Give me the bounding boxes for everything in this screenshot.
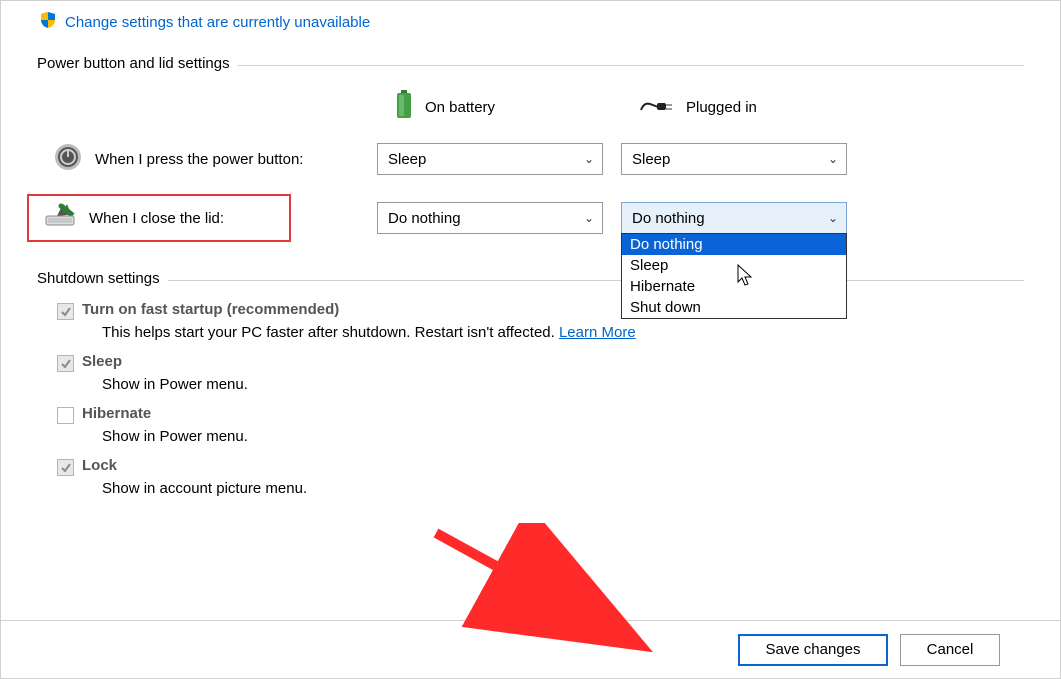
cancel-button[interactable]: Cancel xyxy=(900,634,1000,666)
close-lid-label-highlight: When I close the lid: xyxy=(27,194,291,242)
select-value: Do nothing xyxy=(632,210,705,227)
section-legend: Power button and lid settings xyxy=(37,55,238,72)
change-unavailable-settings-link[interactable]: Change settings that are currently unava… xyxy=(65,14,370,31)
checkbox-description: Show in account picture menu. xyxy=(57,480,1024,497)
checkbox-label: Hibernate xyxy=(82,405,151,422)
select-value: Do nothing xyxy=(388,210,461,227)
checkbox-label: Lock xyxy=(82,457,117,474)
section-power-button-lid: Power button and lid settings On battery xyxy=(37,55,1024,242)
checkbox-description: This helps start your PC faster after sh… xyxy=(57,324,1024,341)
select-value: Sleep xyxy=(632,151,670,168)
chevron-down-icon: ⌄ xyxy=(584,152,594,166)
shield-icon xyxy=(39,11,57,33)
close-lid-on-battery-select[interactable]: Do nothing ⌄ xyxy=(377,202,603,234)
select-value: Sleep xyxy=(388,151,426,168)
button-bar: Save changes Cancel xyxy=(1,620,1060,678)
checkbox-label: Sleep xyxy=(82,353,122,370)
dropdown-option[interactable]: Hibernate xyxy=(622,276,846,297)
row-power-button: When I press the power button: Sleep ⌄ S… xyxy=(37,142,1024,176)
chevron-down-icon: ⌄ xyxy=(828,152,838,166)
fast-startup-checkbox[interactable] xyxy=(57,303,74,320)
setting-label-text: When I close the lid: xyxy=(89,210,224,227)
dropdown-option[interactable]: Do nothing xyxy=(622,234,846,255)
row-close-lid: When I close the lid: Do nothing ⌄ Do no… xyxy=(37,194,1024,242)
lock-checkbox[interactable] xyxy=(57,459,74,476)
power-button-on-battery-select[interactable]: Sleep ⌄ xyxy=(377,143,603,175)
plug-icon xyxy=(640,96,674,118)
checkbox-description: Show in Power menu. xyxy=(57,428,1024,445)
close-lid-plugged-select[interactable]: Do nothing ⌄ Do nothing Sleep Hibernate … xyxy=(621,202,847,234)
checkbox-description: Show in Power menu. xyxy=(57,376,1024,393)
section-shutdown-settings: Shutdown settings Turn on fast startup (… xyxy=(37,270,1024,497)
laptop-lid-icon xyxy=(43,202,77,234)
checkbox-label: Turn on fast startup (recommended) xyxy=(82,301,339,318)
hibernate-checkbox[interactable] xyxy=(57,407,74,424)
learn-more-link[interactable]: Learn More xyxy=(559,324,636,341)
column-label: Plugged in xyxy=(686,99,757,116)
dropdown-option[interactable]: Sleep xyxy=(622,255,846,276)
save-changes-button[interactable]: Save changes xyxy=(738,634,888,666)
column-label: On battery xyxy=(425,99,495,116)
sleep-checkbox[interactable] xyxy=(57,355,74,372)
close-lid-plugged-dropdown: Do nothing Sleep Hibernate Shut down xyxy=(621,233,847,319)
dropdown-option[interactable]: Shut down xyxy=(622,297,846,318)
power-button-icon xyxy=(53,142,83,176)
chevron-down-icon: ⌄ xyxy=(584,211,594,225)
setting-label-text: When I press the power button: xyxy=(95,151,303,168)
section-legend: Shutdown settings xyxy=(37,270,168,287)
column-on-battery: On battery xyxy=(377,90,622,124)
chevron-down-icon: ⌄ xyxy=(828,211,838,225)
column-plugged-in: Plugged in xyxy=(622,96,867,118)
power-button-plugged-select[interactable]: Sleep ⌄ xyxy=(621,143,847,175)
battery-icon xyxy=(395,90,413,124)
